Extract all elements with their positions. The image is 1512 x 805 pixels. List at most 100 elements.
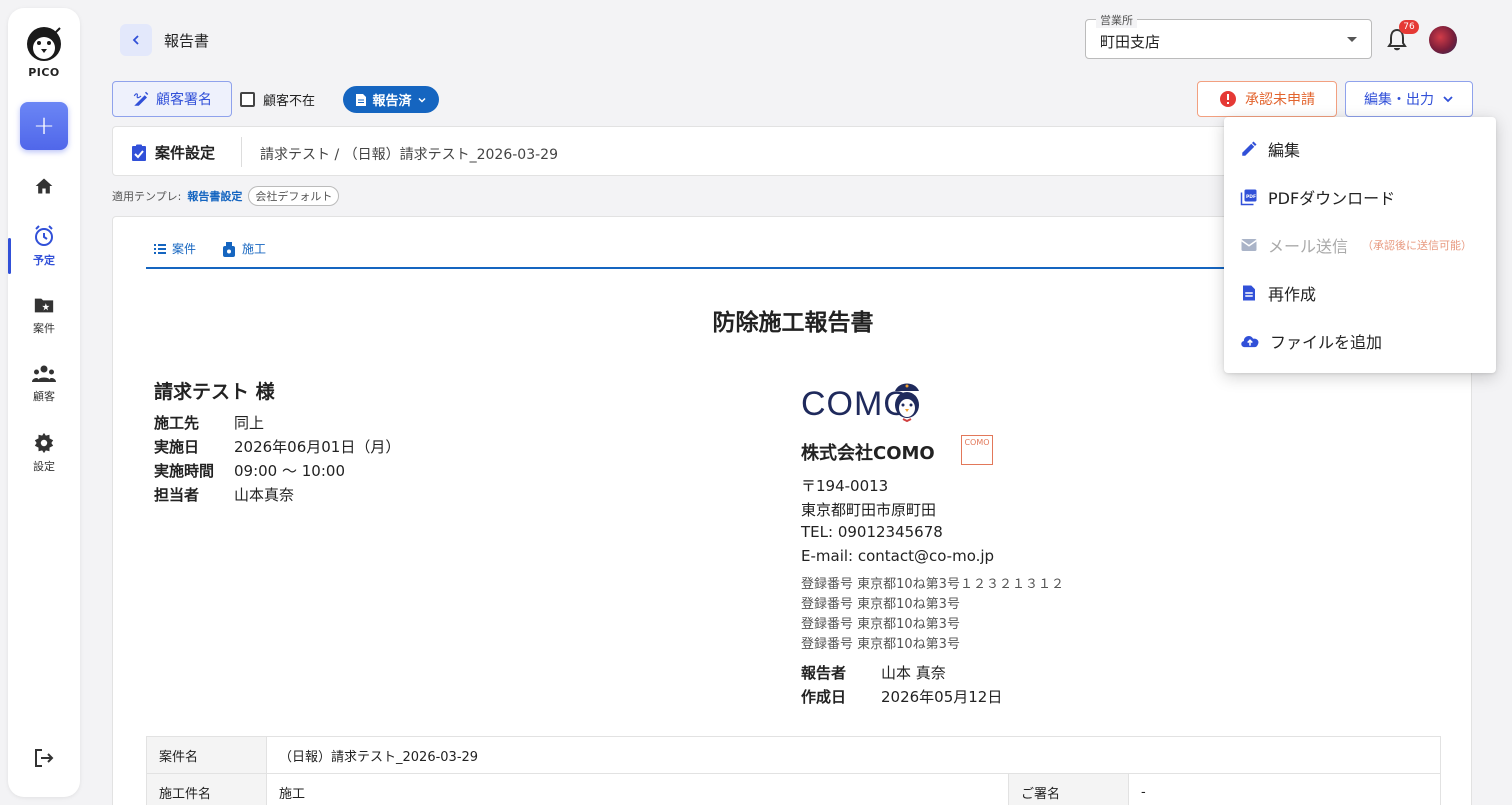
- menu-item-send-mail[interactable]: メール送信 （承認後に送信可能）: [1240, 233, 1472, 257]
- sidebar-item-schedule[interactable]: 予定: [8, 224, 80, 268]
- notification-badge: 76: [1399, 20, 1419, 34]
- created-value: 2026年05月12日: [881, 688, 1003, 706]
- case-breadcrumb: 請求テスト / （日報）請求テスト_2026-03-29: [260, 147, 558, 163]
- reporter-value: 山本 真奈: [881, 664, 946, 682]
- sidebar: PICO + 予定 案件 顧客 設定: [8, 8, 80, 797]
- customer-sign-button[interactable]: 顧客署名: [112, 81, 232, 117]
- info-row: 担当者 山本真奈: [154, 484, 294, 505]
- menu-item-label: メール送信: [1268, 237, 1349, 256]
- report-status-chip[interactable]: 報告済: [343, 86, 439, 113]
- page-title: 報告書: [164, 32, 210, 50]
- sidebar-item-customers[interactable]: 顧客: [8, 364, 80, 404]
- registration-line: 登録番号 東京都10ね第3号: [801, 637, 960, 652]
- avatar[interactable]: [1429, 26, 1457, 54]
- sidebar-item-cases[interactable]: 案件: [8, 294, 80, 336]
- created-row: 作成日 2026年05月12日: [801, 686, 1002, 707]
- alert-icon: [1220, 91, 1236, 107]
- edit-output-menu: 編集 PDF PDFダウンロード メール送信 （承認後に送信可能） 再作成 ファ…: [1224, 117, 1496, 373]
- menu-item-label: PDFダウンロード: [1268, 189, 1396, 208]
- logout-button[interactable]: [32, 746, 56, 774]
- company-logo: COMO: [801, 377, 925, 427]
- logout-icon: [35, 749, 54, 767]
- info-key: 実施時間: [154, 462, 215, 480]
- chevron-down-icon: [417, 97, 426, 103]
- sidebar-item-settings[interactable]: 設定: [8, 432, 80, 474]
- edit-output-label: 編集・出力: [1364, 92, 1434, 108]
- tab-case[interactable]: 案件: [154, 240, 196, 257]
- menu-item-regenerate[interactable]: 再作成: [1240, 281, 1316, 305]
- template-info: 適用テンプレ: 報告書設定 会社デフォルト: [112, 186, 340, 206]
- template-link[interactable]: 報告書設定: [187, 188, 242, 204]
- template-tag: 会社デフォルト: [248, 186, 340, 206]
- svg-text:PDF: PDF: [1246, 194, 1256, 200]
- branch-select-value: 町田支店: [1100, 33, 1161, 51]
- info-row: 施工先 同上: [154, 412, 264, 433]
- info-key: 施工先: [154, 414, 200, 432]
- address-line: 〒194-0013: [801, 477, 889, 495]
- info-value: 09:00 〜 10:00: [234, 462, 345, 480]
- caret-down-icon: [1347, 37, 1357, 42]
- registration-line: 登録番号 東京都10ね第3号: [801, 597, 960, 612]
- chevron-left-icon: [132, 35, 139, 45]
- pencil-icon: [1242, 141, 1257, 156]
- info-row: 実施時間 09:00 〜 10:00: [154, 460, 345, 481]
- tab-label: 施工: [242, 242, 267, 256]
- mail-icon: [1241, 239, 1257, 251]
- folder-star-icon: [34, 298, 54, 313]
- edit-output-button[interactable]: 編集・出力: [1345, 81, 1473, 117]
- list-icon: [154, 243, 166, 254]
- home-icon: [35, 178, 53, 194]
- chevron-down-icon: [1443, 96, 1453, 103]
- customer-absent-checkbox[interactable]: 顧客不在: [240, 90, 315, 109]
- menu-item-edit[interactable]: 編集: [1240, 137, 1300, 161]
- gear-icon: [34, 432, 54, 454]
- branch-select[interactable]: 営業所 町田支店: [1085, 12, 1372, 59]
- menu-item-label: ファイルを追加: [1270, 333, 1383, 352]
- pico-logo[interactable]: PICO: [8, 24, 80, 79]
- table-row: 施工件名 施工 ご署名 -: [146, 773, 1441, 805]
- template-prefix: 適用テンプレ:: [112, 190, 182, 203]
- address-line: TEL: 09012345678: [801, 523, 943, 541]
- approval-request-button[interactable]: 承認未申請: [1197, 81, 1337, 117]
- client-name: 請求テスト 様: [154, 381, 275, 403]
- report-status-label: 報告済: [372, 94, 412, 109]
- customer-absent-label: 顧客不在: [263, 94, 316, 109]
- table-header-cell: ご署名: [1008, 773, 1129, 805]
- reporter-row: 報告者 山本 真奈: [801, 662, 946, 683]
- table-cell: （日報）請求テスト_2026-03-29: [266, 736, 1441, 774]
- clipboard-check-icon: [132, 144, 146, 161]
- approval-label: 承認未申請: [1245, 92, 1315, 108]
- document-icon: [356, 93, 367, 106]
- como-logo-icon: COMO: [801, 383, 919, 423]
- case-info-table: 案件名 （日報）請求テスト_2026-03-29 施工件名 施工 ご署名 -: [146, 736, 1441, 805]
- sidebar-item-label: 顧客: [33, 390, 55, 403]
- info-row: 実施日 2026年06月01日（月）: [154, 436, 400, 457]
- sidebar-item-label: 設定: [33, 460, 55, 473]
- registration-line: 登録番号 東京都10ね第3号１２３２１３１２: [801, 577, 1064, 592]
- table-row: 案件名 （日報）請求テスト_2026-03-29: [146, 736, 1441, 774]
- add-button[interactable]: +: [20, 102, 68, 150]
- customer-sign-label: 顧客署名: [156, 92, 212, 108]
- menu-item-add-file[interactable]: ファイルを追加: [1240, 329, 1382, 353]
- created-key: 作成日: [801, 688, 847, 706]
- menu-item-hint: （承認後に送信可能）: [1362, 239, 1473, 252]
- case-settings-title[interactable]: 案件設定: [131, 142, 215, 163]
- tab-construction[interactable]: 施工: [222, 240, 266, 257]
- checkbox-box[interactable]: [240, 92, 255, 107]
- spray-bottle-icon: [223, 241, 235, 257]
- menu-item-label: 編集: [1268, 141, 1301, 160]
- sidebar-item-home[interactable]: [8, 176, 80, 200]
- back-button[interactable]: [120, 24, 152, 56]
- menu-item-pdf-download[interactable]: PDF PDFダウンロード: [1240, 185, 1395, 209]
- logo-text: COMO: [801, 385, 911, 423]
- alarm-clock-icon: [35, 225, 53, 246]
- signature-icon: [133, 91, 149, 106]
- menu-item-label: 再作成: [1268, 285, 1317, 304]
- address-line: 東京都町田市原町田: [801, 501, 937, 519]
- table-header-cell: 施工件名: [146, 773, 267, 805]
- company-name: 株式会社COMO: [801, 443, 935, 464]
- info-value: 2026年06月01日（月）: [234, 438, 401, 456]
- logo-text: PICO: [28, 66, 60, 79]
- sidebar-item-label: 予定: [33, 254, 55, 267]
- cloud-upload-icon: [1241, 335, 1259, 348]
